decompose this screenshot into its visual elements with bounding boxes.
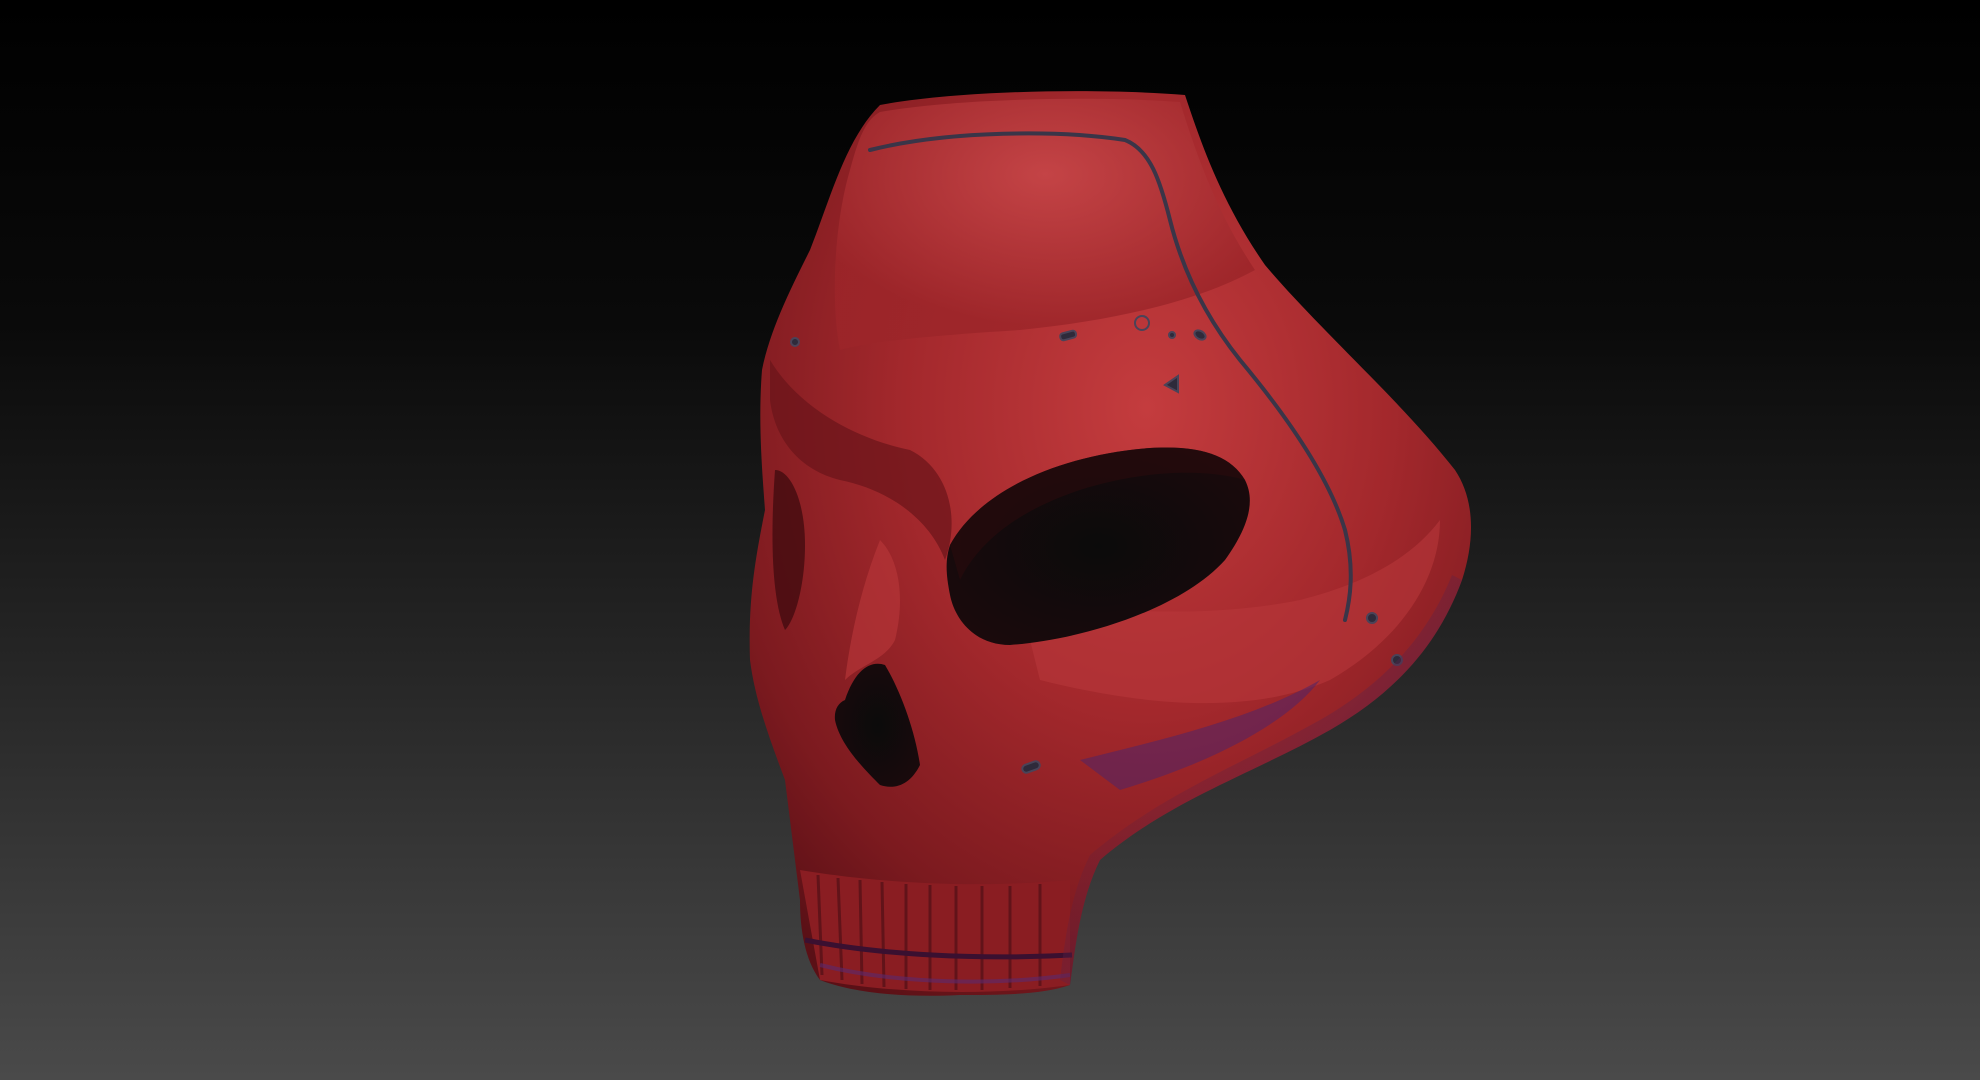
- mask-render: [749, 91, 1472, 996]
- render-viewport: [0, 0, 1980, 1080]
- teeth: [800, 870, 1073, 992]
